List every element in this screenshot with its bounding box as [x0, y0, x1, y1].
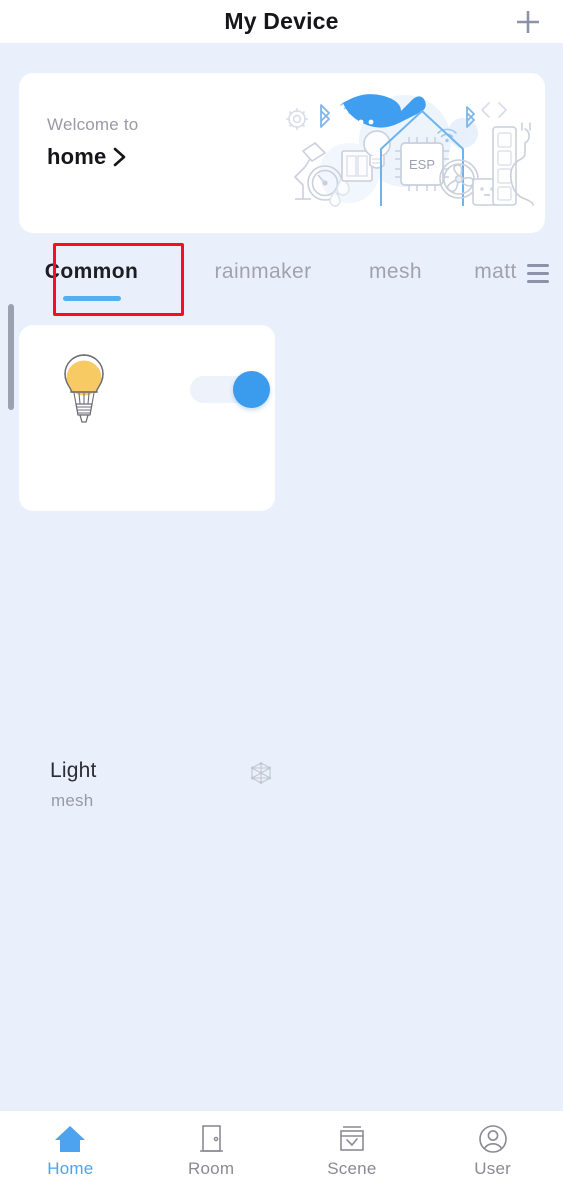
mesh-network-icon	[250, 762, 272, 784]
plus-icon	[517, 11, 539, 33]
app-header: My Device	[0, 0, 563, 43]
home-name: home	[47, 144, 107, 169]
tab-label: rainmaker	[214, 260, 312, 283]
tab-rainmaker[interactable]: rainmaker	[183, 250, 343, 301]
nav-item-user[interactable]: User	[422, 1111, 563, 1186]
home-icon	[53, 1119, 87, 1155]
door-icon	[196, 1119, 226, 1155]
esp-smart-home-illustration: ESP	[286, 94, 534, 207]
tab-mesh[interactable]: mesh	[343, 250, 448, 301]
page-title: My Device	[224, 8, 339, 34]
code-brackets-icon	[481, 102, 507, 118]
tab-label: Common	[44, 260, 139, 283]
switch-panel-icon	[341, 150, 373, 182]
app-screen: My Device Welcome to home ESP Common rai…	[0, 0, 563, 1186]
gear-icon	[286, 108, 308, 130]
device-card-light[interactable]: Light mesh	[19, 325, 275, 810]
home-selector[interactable]: home	[47, 144, 138, 170]
welcome-card[interactable]: Welcome to home ESP	[19, 73, 545, 233]
tab-active-underline	[367, 296, 425, 301]
category-tabs: Common rainmaker mesh matt	[0, 250, 563, 312]
nav-item-scene[interactable]: Scene	[282, 1111, 423, 1186]
welcome-text-block: Welcome to home	[47, 115, 138, 170]
tab-label: mesh	[369, 260, 422, 283]
hamburger-menu-icon[interactable]	[527, 264, 549, 283]
bluetooth-icon	[320, 104, 330, 128]
tab-common[interactable]: Common	[0, 250, 183, 301]
welcome-greeting: Welcome to	[47, 115, 139, 134]
nav-item-home[interactable]: Home	[0, 1111, 141, 1186]
tab-active-underline	[62, 296, 121, 301]
user-icon	[477, 1119, 509, 1155]
nav-label: Home	[47, 1158, 94, 1178]
add-device-button[interactable]	[510, 4, 546, 40]
nav-label: Scene	[327, 1158, 377, 1178]
nav-label: User	[474, 1158, 511, 1178]
tab-active-underline	[467, 296, 525, 301]
tab-active-underline	[234, 296, 292, 301]
device-power-toggle[interactable]	[190, 371, 270, 408]
svg-text:ESP: ESP	[409, 157, 435, 172]
vertical-scrollbar[interactable]	[8, 304, 14, 410]
device-name: Light	[50, 759, 97, 782]
bottom-navigation: Home Room Scene User	[0, 1110, 563, 1186]
light-bulb-icon	[64, 354, 104, 423]
scene-icon	[336, 1119, 368, 1155]
nav-item-room[interactable]: Room	[141, 1111, 282, 1186]
toggle-knob	[233, 371, 270, 408]
tab-label: matt	[474, 260, 517, 283]
chevron-right-icon	[112, 146, 127, 168]
nav-label: Room	[188, 1158, 235, 1178]
device-protocol: mesh	[51, 791, 94, 810]
